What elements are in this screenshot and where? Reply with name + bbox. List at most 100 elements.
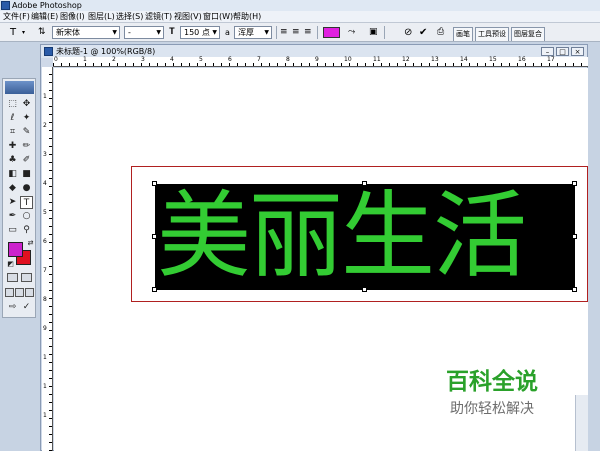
slice-tool-icon[interactable]: ✎ bbox=[20, 126, 33, 139]
font-style-value: - bbox=[128, 28, 131, 37]
transform-handle[interactable] bbox=[152, 234, 157, 239]
ruler-label: 6 bbox=[228, 56, 232, 63]
eyedropper-tool-icon[interactable]: ⚲ bbox=[20, 224, 33, 237]
ruler-label: 9 bbox=[315, 56, 319, 63]
transform-handle[interactable] bbox=[572, 234, 577, 239]
chevron-down-icon: ▼ bbox=[112, 29, 117, 36]
ruler-vertical: 1 2 3 4 5 6 7 8 9 1 1 1 bbox=[42, 67, 53, 451]
font-style-select[interactable]: - ▼ bbox=[124, 26, 164, 39]
magic-wand-tool-icon[interactable]: ✦ bbox=[20, 112, 33, 125]
options-bar: T ▾ ⇅ 新宋体 ▼ - ▼ 𝐓 150 点 ▼ a 浑厚 ▼ ≡ ≡ ≡ ⤳… bbox=[0, 23, 600, 42]
transform-handle[interactable] bbox=[362, 287, 367, 292]
tab-layer-comps[interactable]: 图层复合 bbox=[511, 27, 545, 41]
ruler-label: 8 bbox=[43, 296, 47, 303]
tab-brushes[interactable]: 画笔 bbox=[453, 27, 473, 41]
ruler-label: 5 bbox=[43, 209, 47, 216]
screen-mode-full-icon[interactable] bbox=[25, 288, 34, 297]
crop-tool-icon[interactable]: ⌗ bbox=[6, 126, 19, 139]
transform-handle[interactable] bbox=[572, 287, 577, 292]
ruler-label: 5 bbox=[199, 56, 203, 63]
type-tool-icon[interactable]: T bbox=[10, 26, 16, 39]
watermark-slogan: 助你轻松解决 bbox=[450, 401, 534, 417]
minimize-button[interactable]: – bbox=[541, 47, 554, 56]
screen-mode-standard-icon[interactable] bbox=[5, 288, 14, 297]
warp-text-icon[interactable]: ⤳ bbox=[348, 26, 355, 39]
menu-image[interactable]: 图像(I) bbox=[60, 11, 85, 23]
transform-handle[interactable] bbox=[152, 287, 157, 292]
separator bbox=[384, 26, 385, 39]
default-colors-icon[interactable]: ◩ bbox=[4, 258, 17, 271]
jump-to-imageready-icon[interactable]: ⇨ bbox=[6, 301, 19, 314]
chevron-down-icon: ▼ bbox=[156, 29, 161, 36]
anti-alias-select[interactable]: 浑厚 ▼ bbox=[234, 26, 272, 39]
ruler-label: 7 bbox=[43, 267, 47, 274]
font-size-value: 150 点 bbox=[184, 28, 210, 37]
pen-tool-icon[interactable]: ✒ bbox=[6, 210, 19, 223]
align-left-icon[interactable]: ≡ bbox=[280, 26, 288, 39]
ruler-label: 4 bbox=[43, 180, 47, 187]
text-layer[interactable]: 美丽生活 bbox=[155, 184, 575, 290]
app-title: Adobe Photoshop bbox=[12, 1, 82, 10]
transform-handle[interactable] bbox=[572, 181, 577, 186]
gradient-tool-icon[interactable]: ■ bbox=[20, 168, 33, 181]
blur-tool-icon[interactable]: ◆ bbox=[6, 182, 19, 195]
notes-tool-icon[interactable]: ▭ bbox=[6, 224, 19, 237]
foreground-color-swatch[interactable] bbox=[8, 242, 23, 257]
shape-tool-icon[interactable]: ○ bbox=[20, 210, 33, 223]
font-family-value: 新宋体 bbox=[56, 28, 80, 37]
eraser-tool-icon[interactable]: ◧ bbox=[6, 168, 19, 181]
move-tool-icon[interactable]: ✥ bbox=[20, 98, 33, 111]
font-family-select[interactable]: 新宋体 ▼ bbox=[52, 26, 120, 39]
menu-file[interactable]: 文件(F) bbox=[3, 11, 30, 23]
tool-preset-dropdown-icon[interactable]: ▾ bbox=[22, 26, 25, 39]
menu-edit[interactable]: 编辑(E) bbox=[31, 11, 58, 23]
history-brush-icon[interactable]: ✐ bbox=[20, 154, 33, 167]
marquee-tool-icon[interactable]: ⬚ bbox=[6, 98, 19, 111]
text-layer-content[interactable]: 美丽生活 bbox=[157, 184, 577, 290]
text-color-swatch[interactable] bbox=[323, 27, 340, 38]
screen-mode-full-menu-icon[interactable] bbox=[15, 288, 24, 297]
align-right-icon[interactable]: ≡ bbox=[304, 26, 312, 39]
healing-brush-icon[interactable]: ✚ bbox=[6, 140, 19, 153]
ruler-label: 2 bbox=[43, 122, 47, 129]
commit-check-icon[interactable]: ✔ bbox=[419, 26, 427, 39]
orientation-icon[interactable]: ⇅ bbox=[38, 26, 46, 39]
ruler-label: 2 bbox=[112, 56, 116, 63]
menu-window[interactable]: 窗口(W) bbox=[203, 11, 233, 23]
menu-layer[interactable]: 图层(L) bbox=[88, 11, 115, 23]
type-tool-icon[interactable]: T bbox=[20, 196, 33, 209]
ruler-label: 8 bbox=[286, 56, 290, 63]
transform-handle[interactable] bbox=[152, 181, 157, 186]
ruler-label: 3 bbox=[43, 151, 47, 158]
menu-help[interactable]: 帮助(H) bbox=[233, 11, 261, 23]
close-button[interactable]: × bbox=[571, 47, 584, 56]
printer-icon[interactable]: ⎙ bbox=[437, 26, 444, 39]
ruler-label: 1 bbox=[83, 56, 87, 63]
vertical-scrollbar[interactable] bbox=[575, 395, 588, 451]
ruler-label: 10 bbox=[344, 56, 352, 63]
menu-view[interactable]: 视图(V) bbox=[174, 11, 202, 23]
menu-select[interactable]: 选择(S) bbox=[116, 11, 143, 23]
brush-tool-icon[interactable]: ✏ bbox=[20, 140, 33, 153]
ruler-label: 1 bbox=[43, 412, 47, 419]
cancel-icon[interactable]: ⊘ bbox=[404, 26, 412, 39]
palettes-toggle-icon[interactable]: ▣ bbox=[369, 26, 378, 39]
ruler-label: 1 bbox=[43, 93, 47, 100]
align-center-icon[interactable]: ≡ bbox=[292, 26, 300, 39]
edit-imageready-icon[interactable]: ✓ bbox=[20, 301, 33, 314]
lasso-tool-icon[interactable]: ℓ bbox=[6, 112, 19, 125]
path-select-icon[interactable]: ➤ bbox=[6, 196, 19, 209]
ruler-label: 11 bbox=[373, 56, 381, 63]
tab-tool-presets[interactable]: 工具预设 bbox=[475, 27, 509, 41]
dodge-tool-icon[interactable]: ● bbox=[20, 182, 33, 195]
quick-mask-icon[interactable] bbox=[21, 273, 32, 282]
standard-mode-icon[interactable] bbox=[7, 273, 18, 282]
ruler-label: 13 bbox=[431, 56, 439, 63]
maximize-button[interactable]: □ bbox=[556, 47, 569, 56]
transform-handle[interactable] bbox=[362, 181, 367, 186]
separator bbox=[276, 26, 277, 39]
font-size-input[interactable]: 150 点 ▼ bbox=[180, 26, 220, 39]
swap-colors-icon[interactable]: ⇄ bbox=[24, 237, 37, 250]
clone-stamp-icon[interactable]: ♣ bbox=[6, 154, 19, 167]
menu-filter[interactable]: 滤镜(T) bbox=[145, 11, 172, 23]
